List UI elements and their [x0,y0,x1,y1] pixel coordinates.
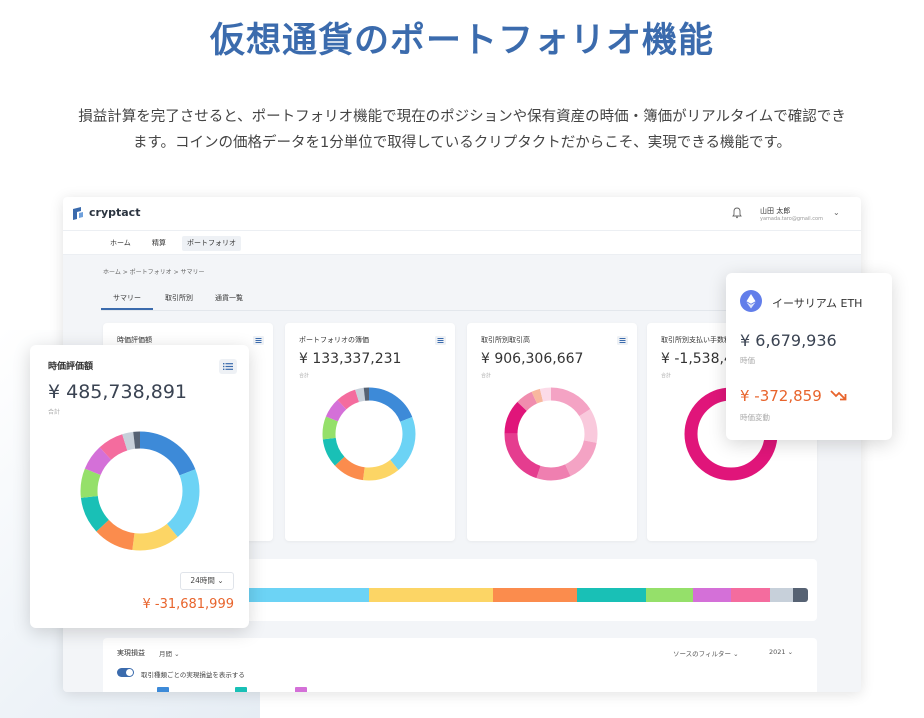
nav-settlement[interactable]: 精算 [147,236,171,251]
tab-summary[interactable]: サマリー [113,293,141,303]
card-title: ポートフォリオの簿価 [299,336,369,344]
source-filter-label: ソースのフィルター [673,650,732,658]
market-value-label: 時価 [740,356,755,365]
ethereum-card: イーサリアム ETH ¥ 6,679,936 時価 ¥ -372,859 時価変… [726,273,892,440]
page-description: 損益計算を完了させると、ポートフォリオ機能で現在のポジションや保有資産の時価・簿… [0,104,924,156]
list-menu-icon[interactable] [435,336,446,345]
market-value-card: 時価評価額 ¥ 485,738,891 合計 24時間 ⌄ ¥ -31,681,… [30,345,249,628]
list-menu-icon[interactable] [253,336,264,345]
period-select-value: 月間 [159,650,172,658]
period-select-value: 24時間 [190,576,215,585]
source-filter-select[interactable]: ソースのフィルター ⌄ [673,648,739,658]
realized-pnl-title: 実現損益 [117,649,145,657]
card-exchange-volume: 取引所別取引高 ¥ 906,306,667 合計 [467,323,637,541]
trend-down-icon [830,390,847,401]
legend-swatch [295,687,307,692]
nav-portfolio[interactable]: ポートフォリオ [182,236,241,251]
donut-chart [322,387,416,481]
coin-market-value: ¥ 6,679,936 [740,331,837,350]
bar-segment-9 [792,588,808,602]
cryptact-logo-icon [73,207,83,220]
chevron-down-icon: ⌄ [217,576,224,585]
bar-segment-4 [577,588,647,602]
bar-segment-8 [769,588,793,602]
card-title: 時価評価額 [48,362,94,372]
ethereum-icon [740,290,762,312]
year-select-value: 2021 [769,648,786,656]
donut-chart [504,387,598,481]
period-select[interactable]: 24時間 ⌄ [180,572,234,590]
description-line-2: ます。コインの価格データを1分単位で取得しているクリプタクトだからこそ、実現でき… [132,135,792,151]
card-title: 取引所別支払い手数料 [661,336,731,344]
list-menu-icon[interactable] [617,336,628,345]
portfolio-donut-chart [80,431,200,551]
bar-segment-2 [369,588,493,602]
page-headline: 仮想通貨のポートフォリオ機能 [209,21,714,61]
coin-value-change: ¥ -372,859 [740,387,822,405]
show-by-type-toggle[interactable] [117,668,134,677]
card-sub-label: 合計 [299,373,310,379]
chevron-down-icon: ⌄ [174,650,180,658]
card-title: 時価評価額 [117,336,152,344]
legend-swatch [157,687,169,692]
card-book-value: ポートフォリオの簿価 ¥ 133,337,231 合計 [285,323,455,541]
card-value: ¥ -1,538,4 [661,351,733,367]
app-logo-text[interactable]: cryptact [89,206,140,219]
top-bar: cryptact 山田 太郎 yamada.taro@gmail.com ⌄ [63,197,861,231]
tab-divider [101,310,801,311]
card-value: ¥ 906,306,667 [481,351,584,367]
value-change-label: 時価変動 [740,413,770,422]
market-value: ¥ 485,738,891 [48,381,188,403]
chevron-down-icon[interactable]: ⌄ [833,208,840,217]
bar-segment-7 [731,588,770,602]
chevron-down-icon: ⌄ [733,650,739,658]
year-select[interactable]: 2021 ⌄ [769,648,793,656]
breadcrumb: ホーム > ポートフォリオ > サマリー [103,269,205,276]
main-nav: ホーム 精算 ポートフォリオ [63,231,861,255]
tab-by-exchange[interactable]: 取引所別 [165,293,193,303]
bar-segment-3 [492,588,578,602]
user-email: yamada.taro@gmail.com [760,216,823,222]
value-change: ¥ -31,681,999 [142,597,234,612]
bell-icon[interactable] [731,207,743,219]
legend-swatch [235,687,247,692]
period-select[interactable]: 月間 ⌄ [159,648,180,658]
coin-name: イーサリアム ETH [772,297,863,310]
toggle-label: 取引種類ごとの実現損益を表示する [141,671,245,679]
list-menu-icon[interactable] [219,359,237,374]
nav-home[interactable]: ホーム [105,236,136,251]
card-sub-label: 合計 [661,373,672,379]
card-title: 取引所別取引高 [481,336,530,344]
bar-segment-5 [646,588,693,602]
card-sub-label: 合計 [481,373,492,379]
description-line-1: 損益計算を完了させると、ポートフォリオ機能で現在のポジションや保有資産の時価・簿… [78,109,846,125]
realized-pnl-panel: 実現損益 月間 ⌄ ソースのフィルター ⌄ 2021 ⌄ 取引種類ごとの実現損益… [103,638,817,692]
total-label: 合計 [48,409,61,416]
chevron-down-icon: ⌄ [787,648,794,656]
tab-currency-list[interactable]: 通貨一覧 [215,293,243,303]
bar-segment-6 [692,588,732,602]
card-value: ¥ 133,337,231 [299,351,402,367]
user-name[interactable]: 山田 太郎 [760,206,790,216]
